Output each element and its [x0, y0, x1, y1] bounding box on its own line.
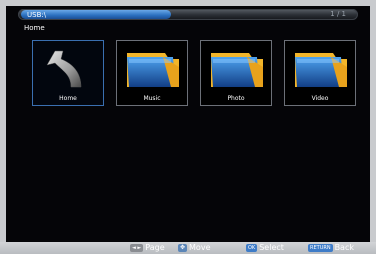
current-path: USB:\ [27, 11, 47, 19]
hint-move: ✥ Move [178, 242, 210, 254]
hint-back: RETURN Back [308, 242, 354, 254]
hint-select-label: Select [259, 243, 284, 252]
page-key-icon: ◄ ► [130, 243, 144, 252]
ok-key: OK [246, 243, 258, 252]
folder-icon [127, 53, 179, 87]
hint-page-label: Page [145, 243, 165, 252]
path-indicator: USB:\ [21, 10, 171, 19]
tile-label: Home [59, 95, 77, 102]
home-return-icon [46, 50, 82, 88]
top-bar: USB:\ 1 / 1 [18, 9, 358, 20]
folder-icon [295, 53, 347, 87]
media-browser-screen: USB:\ 1 / 1 Home Home Music Photo Video [6, 6, 370, 242]
breadcrumb: Home [24, 24, 45, 32]
page-indicator: 1 / 1 [330, 10, 346, 18]
tile-label: Photo [227, 95, 245, 102]
footer-hint-bar: ◄ ► Page ✥ Move OK Select RETURN Back [0, 242, 376, 254]
tile-video[interactable]: Video [284, 40, 356, 106]
tile-photo[interactable]: Photo [200, 40, 272, 106]
hint-back-label: Back [334, 243, 354, 252]
hint-move-label: Move [189, 243, 211, 252]
tile-home[interactable]: Home [32, 40, 104, 106]
hint-select: OK Select [246, 242, 284, 254]
tile-label: Video [311, 95, 329, 102]
move-arrows-icon: ✥ [178, 243, 188, 252]
tile-music[interactable]: Music [116, 40, 188, 106]
hint-page: ◄ ► Page [130, 242, 165, 254]
return-key: RETURN [308, 243, 333, 252]
tile-label: Music [143, 95, 161, 102]
folder-icon [211, 53, 263, 87]
